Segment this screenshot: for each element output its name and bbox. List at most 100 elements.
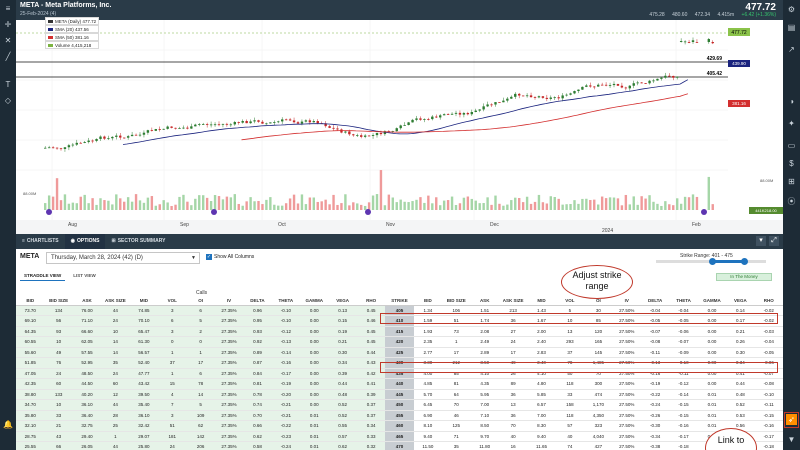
straddle-view-button[interactable]: STRADDLE VIEW bbox=[20, 271, 66, 281]
sound-icon[interactable]: ◑ bbox=[786, 96, 797, 107]
expand-icon[interactable]: ⤢ bbox=[769, 236, 779, 246]
document-icon[interactable]: ▭ bbox=[786, 140, 797, 151]
column-header[interactable]: IV bbox=[612, 297, 641, 306]
save-icon[interactable]: ▤ bbox=[786, 22, 797, 33]
volume-bar bbox=[205, 197, 209, 210]
grid-icon[interactable]: ⊞ bbox=[786, 176, 797, 187]
table-cell: 0.92 bbox=[243, 336, 272, 348]
column-header[interactable]: ASK SIZE bbox=[498, 297, 528, 306]
table-row[interactable]: 60.55 10 62.05 14 61.30 0 0 27.35% 0.92 -0.13 0.00… bbox=[16, 336, 783, 348]
column-header[interactable]: RHO bbox=[356, 297, 386, 306]
volume-bar bbox=[462, 197, 466, 210]
column-header[interactable]: IV bbox=[214, 297, 244, 306]
table-cell: 0.00 bbox=[697, 378, 727, 390]
tools-icon[interactable]: ✕ bbox=[3, 36, 13, 46]
menu-icon[interactable]: ≡ bbox=[3, 4, 13, 14]
table-row[interactable]: 34.70 10 36.10 44 35.40 7 5 27.35% 0.74 -0.21 0.00… bbox=[16, 399, 783, 411]
volume-bar bbox=[225, 196, 229, 210]
column-header[interactable]: DELTA bbox=[640, 297, 670, 306]
column-header[interactable]: ASK bbox=[72, 297, 102, 306]
text-icon[interactable]: T bbox=[3, 80, 13, 90]
column-header[interactable]: BID bbox=[16, 297, 45, 306]
settings-icon[interactable]: ⚙ bbox=[786, 4, 797, 15]
alerts-icon[interactable]: ✦ bbox=[786, 118, 797, 129]
line-icon[interactable]: ╱ bbox=[3, 52, 13, 62]
alert-icon[interactable]: 🔔 bbox=[3, 420, 13, 430]
legend-item[interactable]: SMA (20) 437.56 bbox=[45, 25, 100, 33]
table-row[interactable]: 42.35 60 44.50 60 43.42 15 78 27.35% 0.81 -0.19 0.… bbox=[16, 378, 783, 390]
volume-bar bbox=[281, 205, 284, 210]
tab-options[interactable]: ◉ OPTIONS bbox=[64, 234, 106, 249]
column-header[interactable]: VEGA bbox=[328, 297, 357, 306]
legend-item[interactable]: Volume 4,415,218 bbox=[45, 41, 100, 49]
x-tick-label: Feb bbox=[692, 222, 701, 228]
table-cell: 134 bbox=[44, 305, 73, 316]
table-row[interactable]: 35.80 33 36.40 28 36.10 3 109 27.35% 0.70 -0.21 0.… bbox=[16, 410, 783, 421]
tab-sector-summary[interactable]: ⊞ SECTOR SUMMARY bbox=[105, 234, 171, 249]
candle bbox=[348, 131, 351, 135]
column-header[interactable]: THETA bbox=[271, 297, 301, 306]
table-cell: 60 bbox=[101, 378, 130, 390]
legend-item[interactable]: META (Daily) 477.72 bbox=[45, 17, 100, 25]
candle bbox=[636, 82, 639, 84]
volume-bar bbox=[553, 196, 556, 210]
tab-chartlists[interactable]: ≡ CHARTLISTS bbox=[16, 234, 65, 249]
candle bbox=[265, 123, 268, 125]
shapes-icon[interactable]: ◇ bbox=[3, 96, 13, 106]
table-cell: 3 bbox=[158, 326, 187, 337]
share-icon[interactable]: ↗ bbox=[786, 44, 797, 55]
column-header[interactable]: GAMMA bbox=[697, 297, 727, 306]
chart-area: META - Meta Platforms, Inc. 25-Feb-2024 … bbox=[16, 0, 783, 234]
price-icon[interactable]: $ bbox=[786, 158, 797, 169]
column-header[interactable]: MID bbox=[527, 297, 556, 306]
table-cell: 27.35% bbox=[214, 305, 244, 316]
table-row[interactable]: 55.60 49 57.55 14 56.57 1 1 27.35% 0.89 -0.14 0.00… bbox=[16, 347, 783, 358]
collapse-icon[interactable]: ▾ bbox=[756, 236, 766, 246]
table-row[interactable]: 28.75 43 29.40 1 29.07 181 142 27.35% 0.62 -0.23 0… bbox=[16, 431, 783, 442]
column-header[interactable]: VOL bbox=[555, 297, 585, 306]
strike-range-slider[interactable] bbox=[656, 258, 766, 265]
price-chart[interactable]: 477.72 429.69 405.42 439.90 381.16 88.00… bbox=[16, 20, 783, 220]
table-row[interactable]: 25.55 66 26.05 44 25.80 24 206 27.35% 0.58 -0.24 0… bbox=[16, 441, 783, 450]
table-cell: 38.80 bbox=[16, 389, 45, 400]
column-header[interactable]: ASK bbox=[470, 297, 499, 306]
column-header[interactable]: VOL bbox=[158, 297, 187, 306]
candle bbox=[466, 113, 470, 115]
column-header[interactable]: RHO bbox=[754, 297, 783, 306]
slider-handle-low[interactable] bbox=[709, 258, 716, 265]
table-cell: 0.30 bbox=[328, 347, 357, 358]
column-header[interactable]: BID SIZE bbox=[442, 297, 471, 306]
table-row[interactable]: 64.35 93 66.60 10 65.47 3 2 27.35% 0.93 -0.12 0.00… bbox=[16, 326, 783, 337]
column-header[interactable]: BID bbox=[413, 297, 443, 306]
table-row[interactable]: 32.10 21 32.75 25 32.42 51 62 27.35% 0.66 -0.22 0.… bbox=[16, 420, 783, 432]
table-cell: 0.32 bbox=[356, 441, 386, 450]
column-header[interactable]: DELTA bbox=[243, 297, 272, 306]
table-cell: -0.15 bbox=[669, 399, 698, 411]
column-header[interactable]: OI bbox=[186, 297, 215, 306]
list-view-button[interactable]: LIST VIEW bbox=[69, 271, 100, 281]
volume-bar bbox=[431, 203, 434, 210]
expiry-select[interactable]: Thursday, March 28, 2024 (42) (D) ▼ bbox=[46, 252, 200, 264]
candle bbox=[300, 121, 304, 124]
volume-bar bbox=[687, 197, 691, 210]
column-header[interactable]: ASK SIZE bbox=[101, 297, 130, 306]
table-cell: 0.00 bbox=[300, 326, 329, 337]
legend-item[interactable]: SMA (50) 381.16 bbox=[45, 33, 100, 41]
column-header[interactable]: THETA bbox=[669, 297, 698, 306]
filter-icon[interactable]: ▼ bbox=[786, 434, 797, 445]
candle bbox=[439, 115, 442, 118]
column-header[interactable]: GAMMA bbox=[300, 297, 329, 306]
column-header[interactable]: VEGA bbox=[726, 297, 755, 306]
crosshair-icon[interactable]: ✛ bbox=[3, 20, 13, 30]
show-all-columns-checkbox[interactable]: ✓ Show All Columns bbox=[206, 254, 254, 260]
column-header[interactable]: STRIKE bbox=[385, 297, 414, 306]
table-cell: 8.50 bbox=[470, 420, 499, 432]
table-cell: 206 bbox=[186, 441, 215, 450]
column-header[interactable]: BID SIZE bbox=[44, 297, 73, 306]
column-header[interactable]: MID bbox=[129, 297, 159, 306]
table-cell: 7 bbox=[158, 399, 187, 411]
scan-icon[interactable]: ⦿ bbox=[786, 196, 797, 207]
volume-bar bbox=[123, 201, 126, 210]
slider-handle-high[interactable] bbox=[741, 258, 748, 265]
table-row[interactable]: 38.80 133 40.20 12 39.50 4 14 27.35% 0.78 -0.20 0.… bbox=[16, 389, 783, 400]
